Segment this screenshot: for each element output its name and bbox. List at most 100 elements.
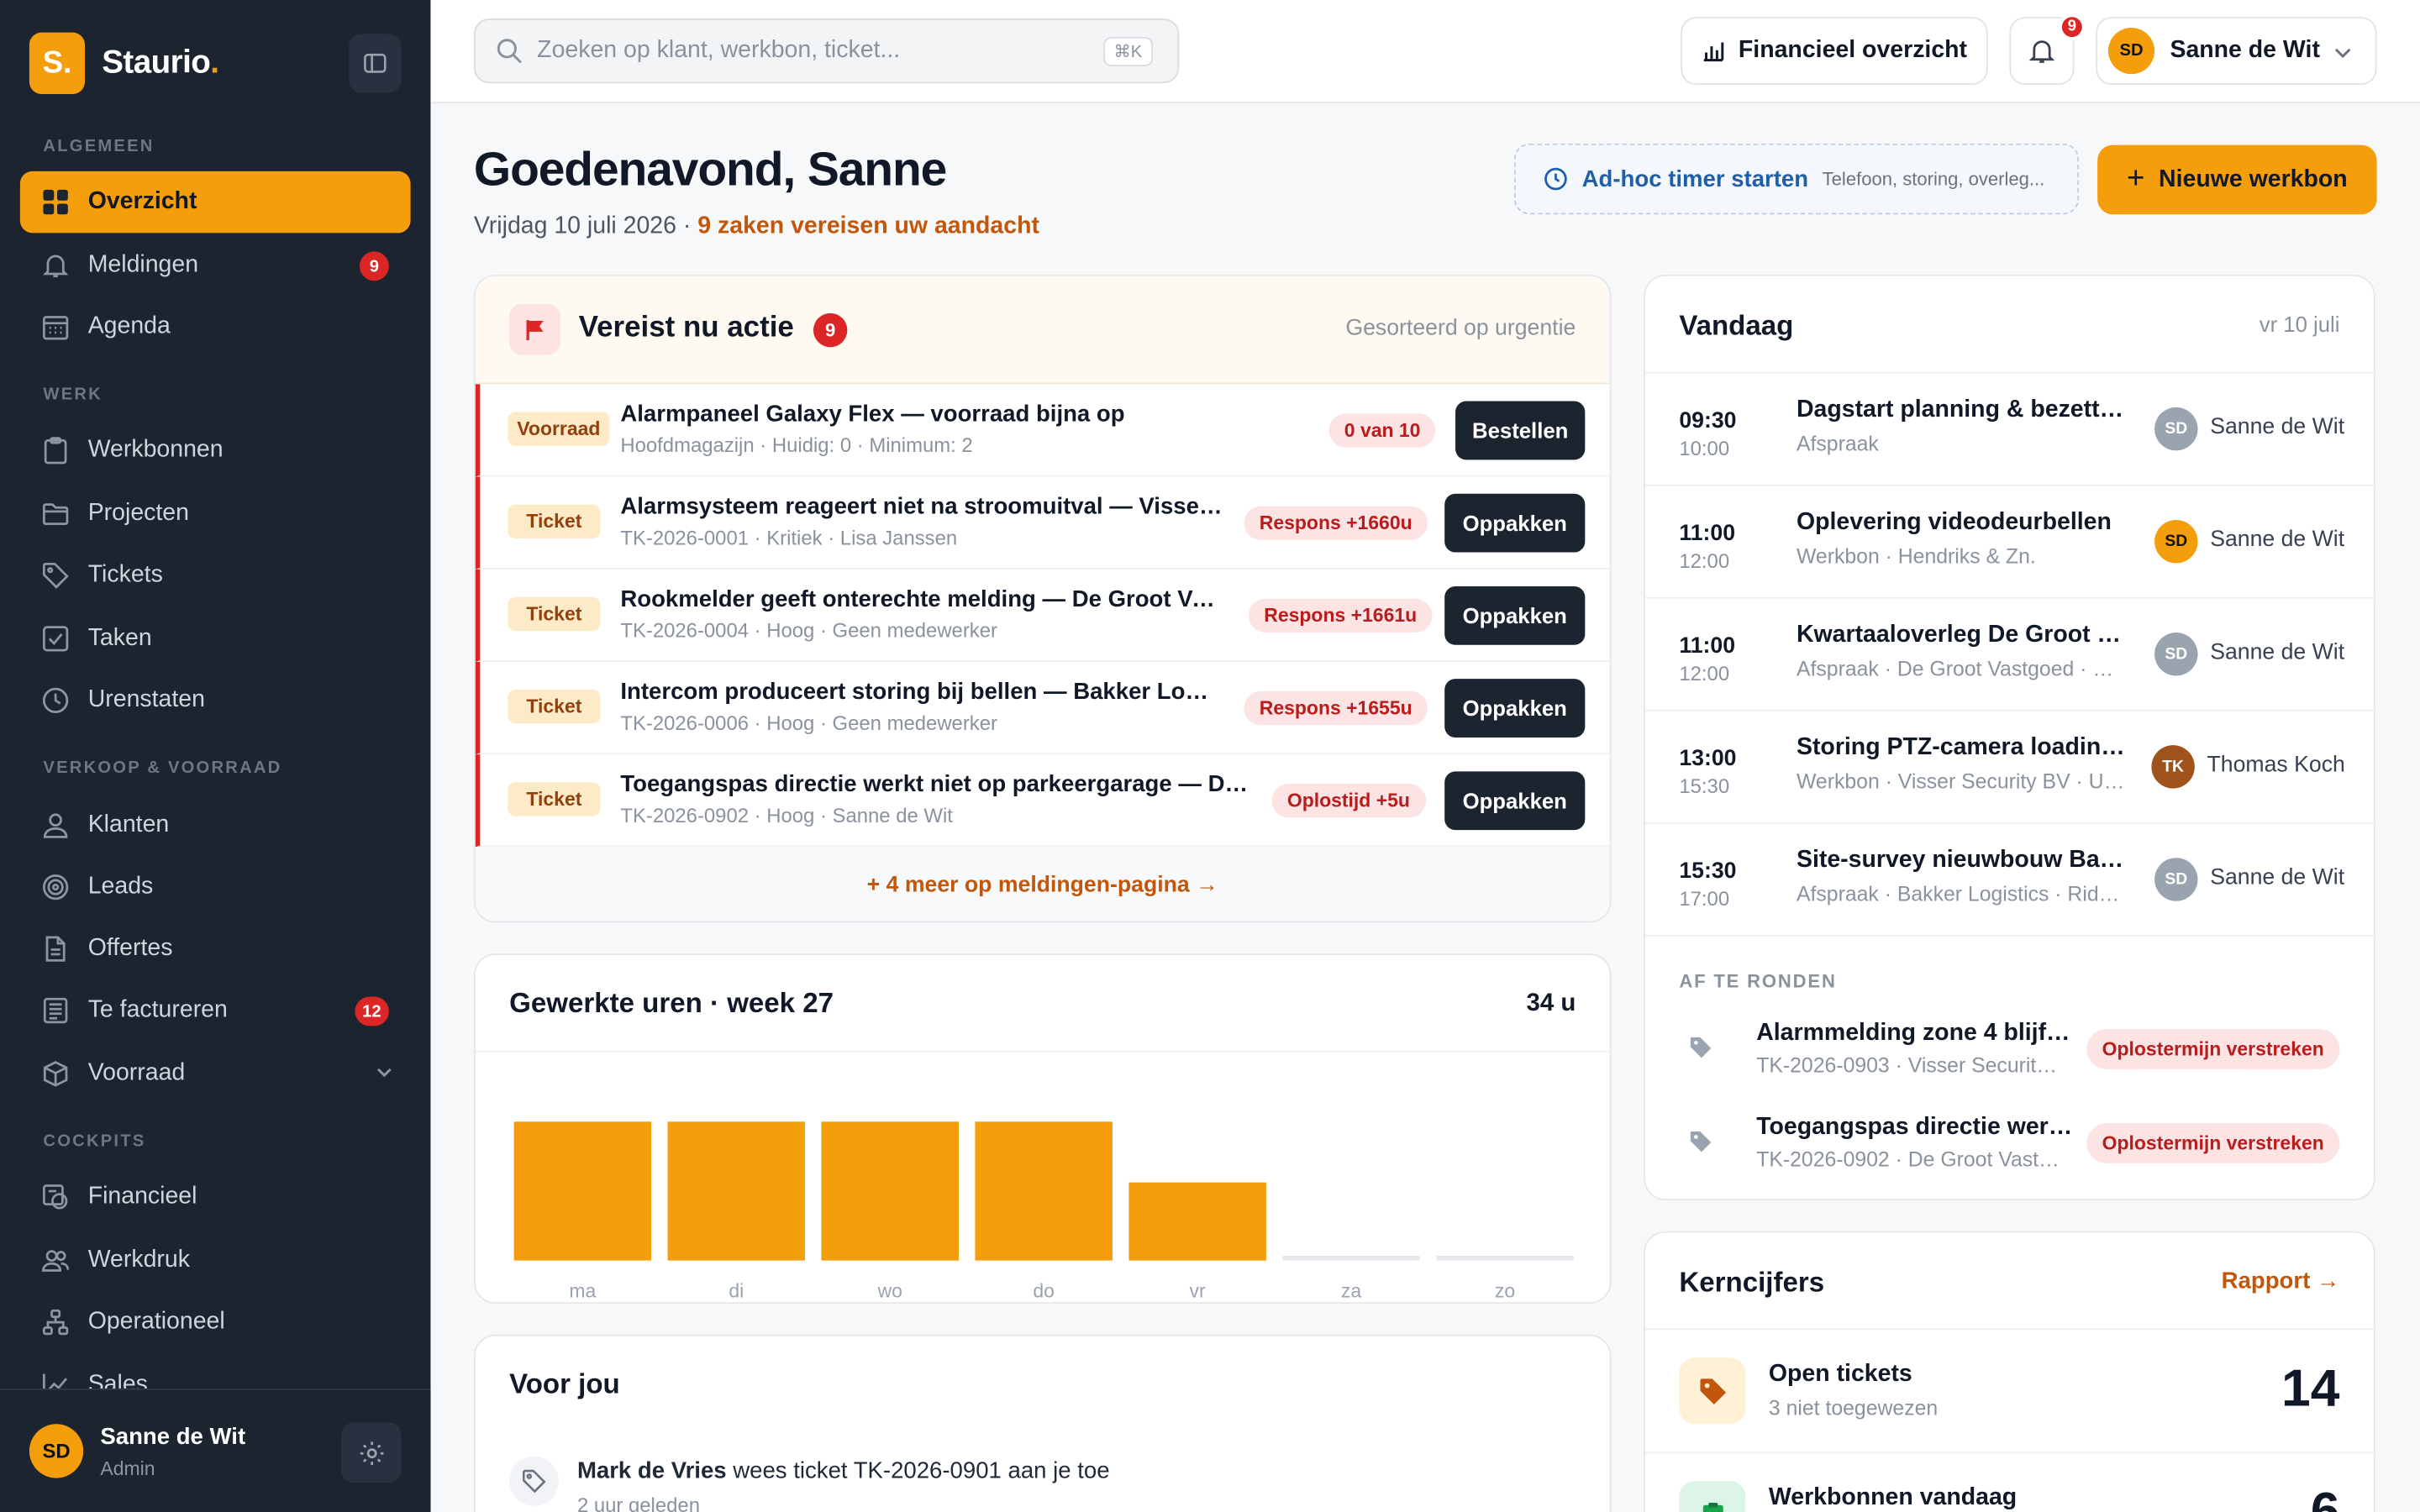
- appointment-item[interactable]: 09:30 10:00 Dagstart planning & bezettin…: [1644, 373, 2374, 486]
- folder-icon: [40, 498, 71, 529]
- activity-text[interactable]: Mark de Vries wees ticket TK-2026-0901 a…: [577, 1458, 1110, 1484]
- report-link[interactable]: Rapport →: [2222, 1268, 2340, 1294]
- sidebar-item-offertes[interactable]: Offertes: [20, 918, 411, 979]
- user-menu-name: Sanne de Wit: [2170, 37, 2320, 64]
- checkbox-icon: [40, 623, 71, 654]
- action-sort-label[interactable]: Gesorteerd op urgentie: [1345, 317, 1576, 341]
- adhoc-timer-button[interactable]: Ad-hoc timer starten Telefoon, storing, …: [1513, 143, 2080, 215]
- search-input[interactable]: [537, 37, 1078, 66]
- bell-icon: [40, 250, 71, 281]
- sidebar-collapse-button[interactable]: [349, 34, 402, 93]
- today-date: vr 10 juli: [2259, 312, 2340, 337]
- activity-message: wees ticket TK-2026-0901 aan je toe: [726, 1457, 1110, 1484]
- for-you-card: Voor jou Mark de Vries wees ticket TK-20…: [473, 1334, 1612, 1512]
- tag-icon: [1688, 1035, 1712, 1068]
- sidebar-item-projecten[interactable]: Projecten: [20, 483, 411, 544]
- appointment-end: 15:30: [1679, 774, 1730, 798]
- sidebar-item-overzicht[interactable]: Overzicht: [19, 171, 411, 234]
- user-menu-button[interactable]: SD Sanne de Wit: [2096, 17, 2377, 86]
- brand-name-text: Staurio: [102, 45, 211, 81]
- row-type-tag: Voorraad: [508, 412, 610, 446]
- tag-icon: [40, 560, 71, 591]
- current-date: Vrijdag 10 juli 2026: [473, 213, 676, 239]
- hours-total: 34 u: [1526, 990, 1576, 1017]
- row-type-tag: Ticket: [508, 782, 601, 816]
- finish-item[interactable]: Toegangspas directie werkt niet TK-2026-…: [1645, 1095, 2374, 1188]
- nav-section-werk: WERK: [43, 386, 103, 405]
- action-row[interactable]: Ticket Rookmelder geeft onterechte meldi…: [475, 569, 1610, 662]
- avatar: SD: [29, 1424, 84, 1478]
- avatar: SD: [2154, 633, 2198, 676]
- kpi-value: 14: [2281, 1359, 2340, 1418]
- kpi-row[interactable]: Werkbonnen vandaag 6: [1645, 1453, 2374, 1512]
- sidebar-item-leads[interactable]: Leads: [20, 856, 411, 917]
- nav-section-verkoop: VERKOOP & VOORRAAD: [43, 759, 282, 778]
- sidebar-badge-te-factureren: 12: [354, 996, 389, 1026]
- notifications-button[interactable]: 9: [2009, 13, 2086, 86]
- pickup-button[interactable]: Oppakken: [1444, 771, 1586, 831]
- sidebar-item-financieel[interactable]: Financieel: [20, 1167, 411, 1228]
- pickup-button[interactable]: Oppakken: [1444, 493, 1586, 553]
- kpi-subtitle: 3 niet toegewezen: [1768, 1396, 1939, 1420]
- finish-section-label: AF TE RONDEN: [1679, 970, 1837, 993]
- sidebar-item-klanten[interactable]: Klanten: [20, 795, 411, 856]
- appointment-subtitle: Afspraak · Bakker Logistics · Ridderkerk: [1796, 882, 2128, 906]
- chart-tick-label: vr: [1190, 1280, 1206, 1302]
- chevron-down-icon: [2330, 40, 2354, 73]
- sidebar-item-agenda[interactable]: Agenda: [20, 297, 411, 358]
- action-row[interactable]: Ticket Alarmsysteem reageert niet na str…: [475, 476, 1610, 570]
- sidebar-item-tickets[interactable]: Tickets: [20, 544, 411, 606]
- brand[interactable]: S. Staurio.: [29, 32, 219, 95]
- avatar: SD: [2107, 28, 2155, 75]
- appointment-item[interactable]: 13:00 15:30 Storing PTZ-camera loading d…: [1644, 711, 2374, 824]
- tag-icon: [509, 1456, 559, 1506]
- sidebar-item-te-factureren[interactable]: Te factureren 12: [20, 979, 411, 1041]
- attention-count[interactable]: 9 zaken vereisen uw aandacht: [697, 213, 1039, 239]
- more-notifications-link[interactable]: + 4 meer op meldingen-pagina →: [475, 847, 1610, 921]
- order-button[interactable]: Bestellen: [1455, 401, 1586, 460]
- sidebar-item-label: Leads: [87, 873, 154, 900]
- sidebar-badge-meldingen: 9: [359, 251, 389, 281]
- row-title: Rookmelder geeft onterechte melding — De…: [620, 585, 1223, 613]
- sidebar-item-urenstaten[interactable]: Urenstaten: [20, 669, 411, 731]
- sidebar-item-operationeel[interactable]: Operationeel: [20, 1291, 411, 1352]
- pickup-button[interactable]: Oppakken: [1444, 585, 1586, 645]
- sidebar-item-taken[interactable]: Taken: [20, 608, 411, 669]
- action-row[interactable]: Voorraad Alarmpaneel Galaxy Flex — voorr…: [475, 384, 1610, 477]
- page-subtitle: Vrijdag 10 juli 2026 · 9 zaken vereisen …: [474, 213, 1039, 240]
- search-box[interactable]: ⌘K: [473, 18, 1180, 84]
- brand-dot: .: [210, 45, 219, 81]
- pickup-button[interactable]: Oppakken: [1444, 679, 1586, 738]
- action-row[interactable]: Ticket Intercom produceert storing bij b…: [475, 661, 1610, 755]
- finance-icon: [40, 1182, 71, 1213]
- appointment-item[interactable]: 11:00 12:00 Kwartaaloverleg De Groot Vas…: [1644, 599, 2374, 711]
- grid-icon: [40, 186, 71, 218]
- sidebar-item-label: Offertes: [87, 935, 173, 962]
- network-icon: [40, 1307, 71, 1338]
- sidebar-item-label: Operationeel: [87, 1308, 225, 1335]
- financial-overview-button[interactable]: Financieel overzicht: [1681, 17, 1988, 86]
- kpi-row[interactable]: Open tickets 3 niet toegewezen 14: [1644, 1330, 2374, 1454]
- brand-name: Staurio.: [102, 45, 219, 81]
- appointment-item[interactable]: 11:00 12:00 Oplevering videodeurbellen W…: [1644, 486, 2374, 599]
- sidebar-item-meldingen[interactable]: Meldingen 9: [20, 234, 411, 296]
- chart-tick-label: do: [1033, 1280, 1055, 1302]
- row-title: Alarmpaneel Galaxy Flex — voorraad bijna…: [620, 401, 1125, 428]
- appointment-item[interactable]: 15:30 17:00 Site-survey nieuwbouw Bakker…: [1644, 824, 2374, 937]
- action-card-header: Vereist nu actie 9 Gesorteerd op urgenti…: [475, 276, 1610, 385]
- sidebar-item-voorraad[interactable]: Voorraad: [20, 1043, 411, 1105]
- new-workorder-button[interactable]: + Nieuwe werkbon: [2097, 144, 2377, 215]
- settings-button[interactable]: [340, 1422, 402, 1483]
- chart-tick-label: wo: [877, 1280, 902, 1302]
- sidebar-user[interactable]: SD Sanne de Wit Admin: [0, 1389, 431, 1512]
- sidebar-item-label: Voorraad: [87, 1059, 186, 1087]
- user-icon: [40, 810, 71, 841]
- sidebar-user-name: Sanne de Wit: [100, 1424, 246, 1451]
- appointment-start: 09:30: [1679, 408, 1737, 434]
- sidebar-item-werkdruk[interactable]: Werkdruk: [20, 1230, 411, 1291]
- row-title: Toegangspas directie werkt niet op parke…: [620, 771, 1249, 798]
- box-icon: [40, 1058, 71, 1089]
- action-row[interactable]: Ticket Toegangspas directie werkt niet o…: [475, 754, 1610, 848]
- sidebar-item-werkbonnen[interactable]: Werkbonnen: [20, 420, 411, 481]
- finish-item[interactable]: Alarmmelding zone 4 blijft actief TK-202…: [1645, 1001, 2374, 1094]
